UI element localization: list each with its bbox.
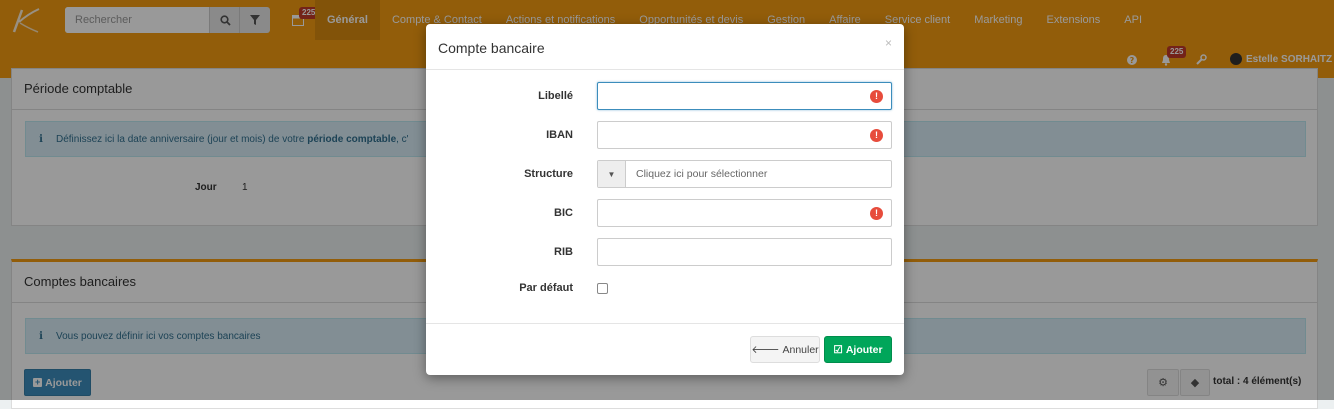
arrow-left-icon: 🡐 (751, 344, 780, 356)
error-icon: ! (870, 90, 883, 103)
default-row: Par défaut (426, 278, 904, 306)
add-button[interactable]: ☑ Ajouter (824, 336, 892, 363)
modal-header: Compte bancaire × (426, 24, 904, 70)
libelle-field: ! (597, 82, 892, 110)
modal-footer-divider (426, 323, 904, 324)
default-label: Par défaut (519, 282, 573, 294)
iban-label: IBAN (546, 129, 573, 141)
dropdown-toggle[interactable]: ▼ (598, 161, 626, 187)
check-square-icon: ☑ (833, 343, 843, 356)
error-icon: ! (870, 129, 883, 142)
bank-account-modal: Compte bancaire × Libellé ! IBAN ! Struc… (426, 24, 904, 375)
bic-input[interactable] (604, 201, 858, 227)
bic-field: ! (597, 199, 892, 227)
rib-field (597, 238, 892, 266)
rib-row: RIB (426, 238, 904, 266)
structure-label: Structure (524, 168, 573, 180)
libelle-input[interactable] (604, 84, 858, 110)
iban-input[interactable] (604, 123, 858, 149)
libelle-row: Libellé ! (426, 82, 904, 110)
structure-placeholder: Cliquez ici pour sélectionner (636, 168, 768, 180)
close-icon[interactable]: × (885, 36, 892, 50)
modal-title: Compte bancaire (438, 40, 545, 56)
default-checkbox[interactable] (597, 283, 608, 294)
iban-field: ! (597, 121, 892, 149)
rib-label: RIB (554, 246, 573, 258)
bic-label: BIC (554, 207, 573, 219)
iban-row: IBAN ! (426, 121, 904, 149)
libelle-label: Libellé (538, 90, 573, 102)
structure-row: Structure ▼ Cliquez ici pour sélectionne… (426, 160, 904, 188)
structure-select[interactable]: ▼ Cliquez ici pour sélectionner (597, 160, 892, 188)
caret-down-icon: ▼ (607, 169, 616, 179)
rib-input[interactable] (604, 240, 858, 266)
error-icon: ! (870, 207, 883, 220)
cancel-button[interactable]: 🡐 Annuler (750, 336, 820, 363)
bic-row: BIC ! (426, 199, 904, 227)
